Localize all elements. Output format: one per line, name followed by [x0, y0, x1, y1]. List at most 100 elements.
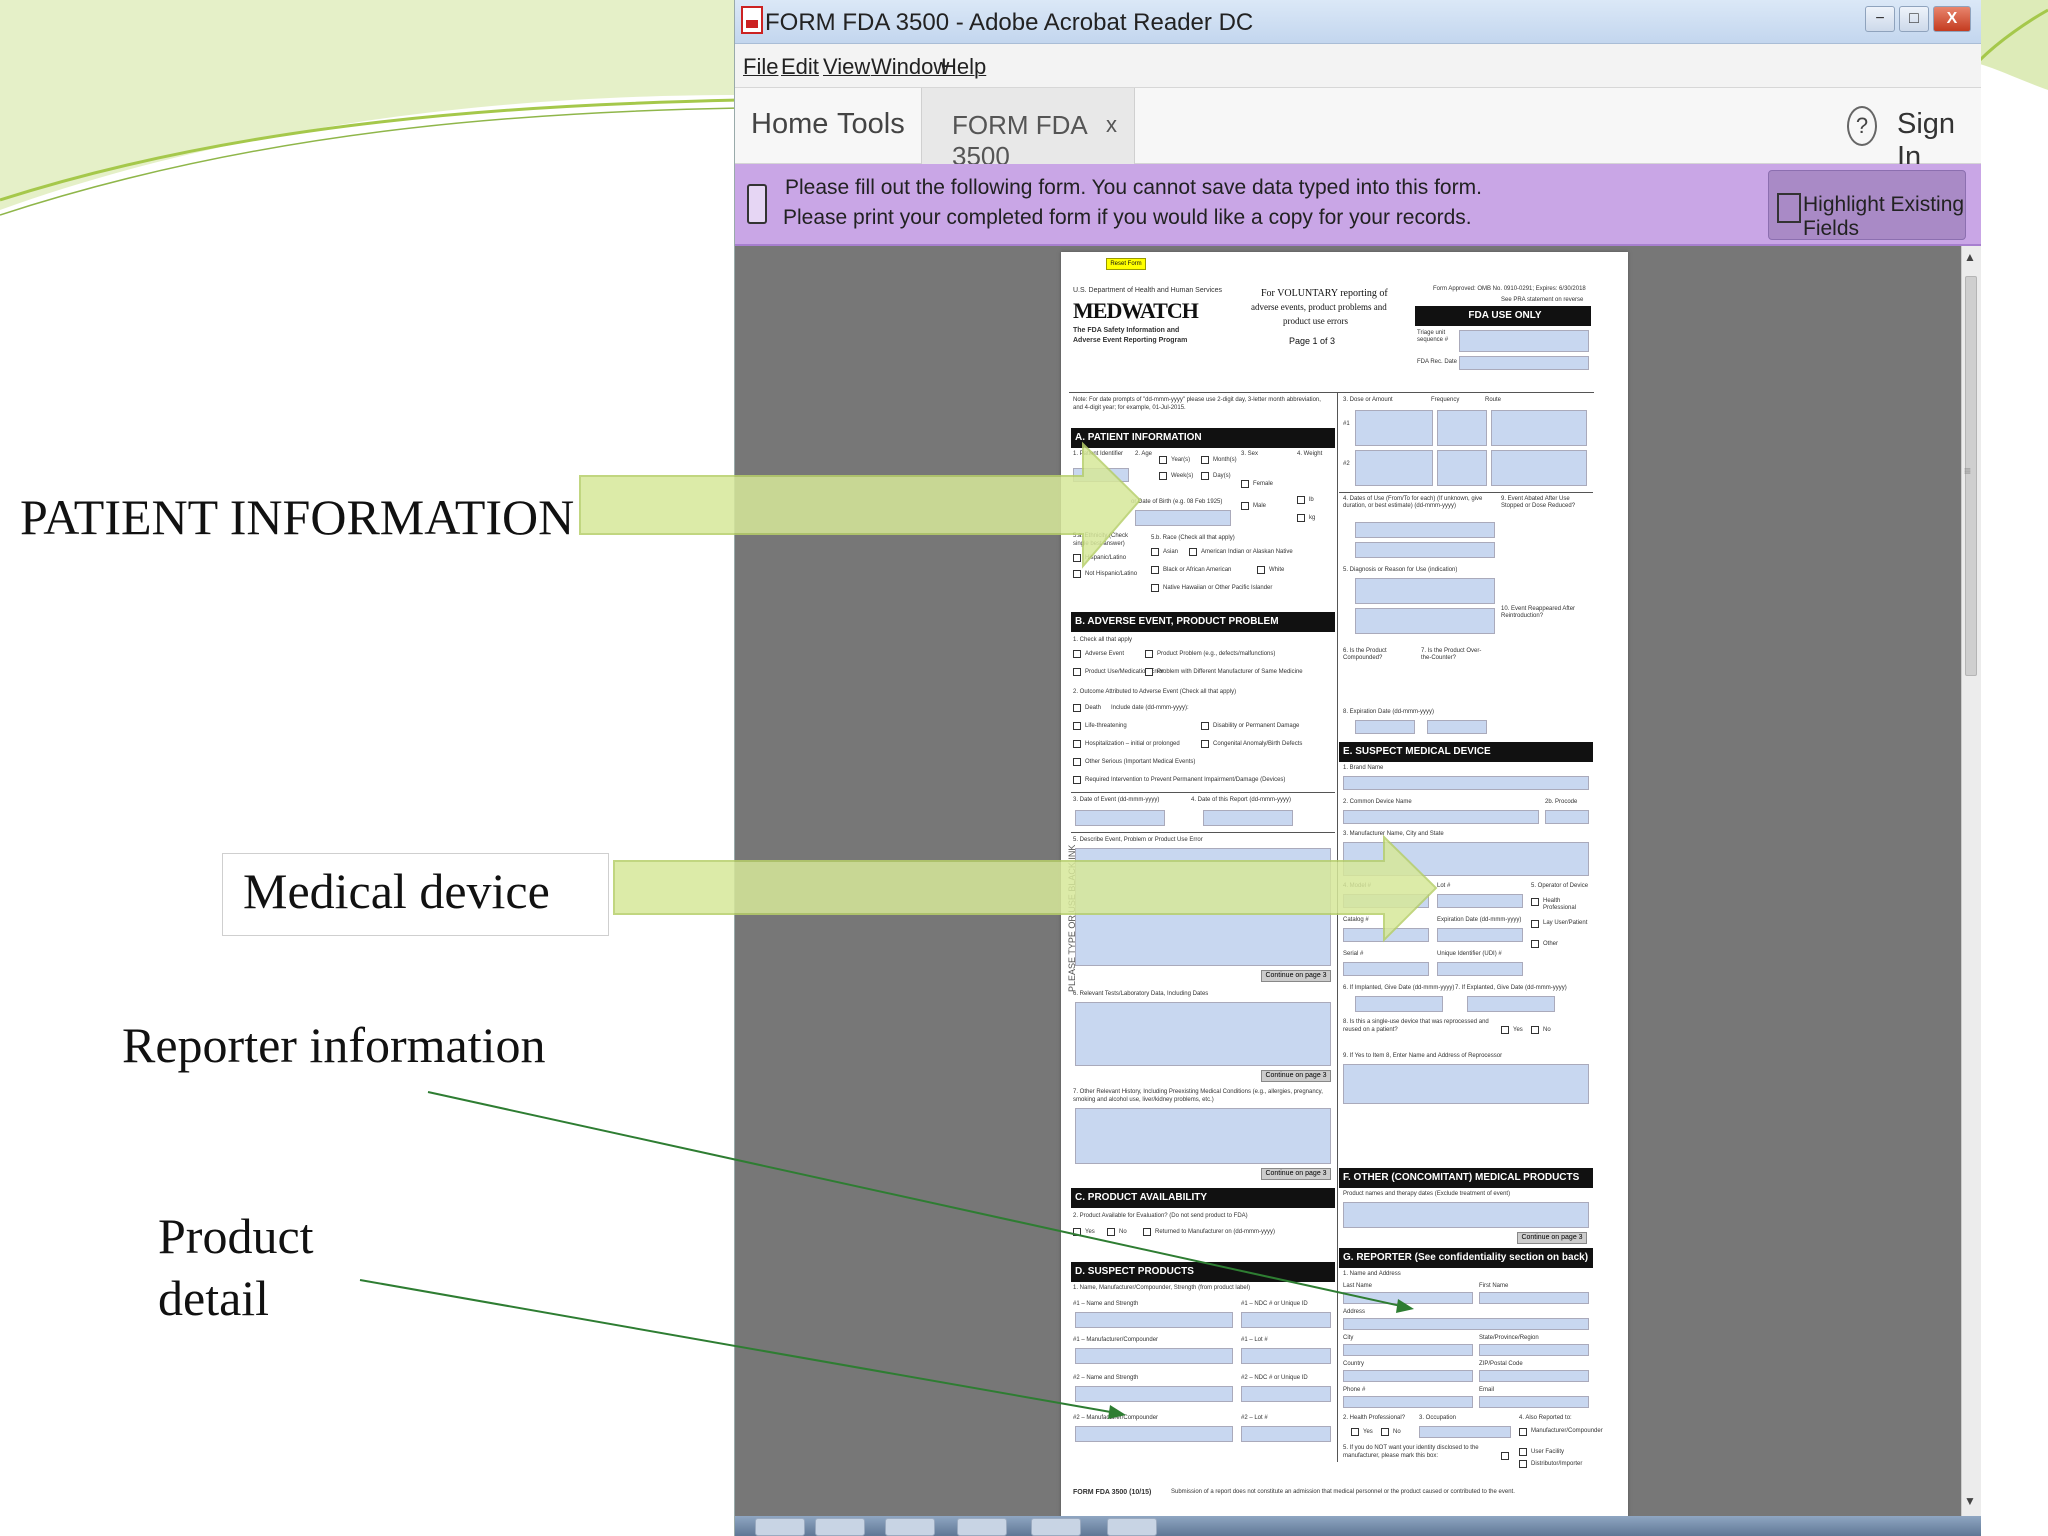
tab-close-icon[interactable]: x [1106, 112, 1117, 138]
age-week-checkbox[interactable] [1159, 472, 1167, 480]
confidential-checkbox[interactable] [1501, 1452, 1509, 1460]
continue-page-3-button-1[interactable]: Continue on page 3 [1261, 970, 1331, 982]
taskbar-button[interactable] [815, 1518, 865, 1536]
required-intervention-checkbox[interactable] [1073, 776, 1081, 784]
product-ndc-1-field[interactable] [1241, 1312, 1331, 1328]
life-threatening-checkbox[interactable] [1073, 722, 1081, 730]
continue-page-3-button-2[interactable]: Continue on page 3 [1261, 1070, 1331, 1082]
availability-yes-checkbox[interactable] [1073, 1228, 1081, 1236]
death-checkbox[interactable] [1073, 704, 1081, 712]
procode-field[interactable] [1545, 810, 1589, 824]
menu-window[interactable]: Window [871, 54, 949, 80]
continue-page-3-button-3[interactable]: Continue on page 3 [1261, 1168, 1331, 1180]
history-field[interactable] [1075, 1108, 1331, 1164]
country-field[interactable] [1343, 1370, 1473, 1382]
model-field[interactable] [1343, 894, 1429, 908]
scroll-up-icon[interactable]: ▲ [1964, 250, 1976, 264]
menu-file[interactable]: File [743, 54, 778, 80]
patient-identifier-field[interactable] [1073, 468, 1129, 482]
menu-edit[interactable]: Edit [781, 54, 819, 80]
taskbar-button[interactable] [755, 1518, 805, 1536]
triage-field[interactable] [1459, 330, 1589, 352]
zip-field[interactable] [1479, 1370, 1589, 1382]
highlight-existing-fields-button[interactable]: Highlight Existing Fields [1768, 170, 1966, 240]
maximize-button[interactable]: □ [1899, 6, 1929, 32]
serial-field[interactable] [1343, 962, 1429, 976]
also-user-facility-checkbox[interactable] [1519, 1448, 1527, 1456]
dose-2-field[interactable] [1355, 450, 1433, 486]
occupation-select[interactable] [1419, 1426, 1511, 1438]
taskbar-button[interactable] [1107, 1518, 1157, 1536]
frequency-2-field[interactable] [1437, 450, 1487, 486]
race-white-checkbox[interactable] [1257, 566, 1265, 574]
frequency-1-field[interactable] [1437, 410, 1487, 446]
help-icon[interactable]: ? [1847, 106, 1877, 146]
weight-kg-checkbox[interactable] [1297, 514, 1305, 522]
product-row-1-field[interactable] [1075, 1312, 1233, 1328]
hospitalization-checkbox[interactable] [1073, 740, 1081, 748]
route-2-field[interactable] [1491, 450, 1587, 486]
health-pro-no-checkbox[interactable] [1381, 1428, 1389, 1436]
weight-lb-checkbox[interactable] [1297, 496, 1305, 504]
taskbar-button[interactable] [885, 1518, 935, 1536]
last-name-field[interactable] [1343, 1292, 1473, 1304]
product-problem-checkbox[interactable] [1145, 650, 1153, 658]
other-serious-checkbox[interactable] [1073, 758, 1081, 766]
diagnosis-2-field[interactable] [1355, 608, 1495, 634]
dates-of-use-2-field[interactable] [1355, 542, 1495, 558]
race-hawaiian-checkbox[interactable] [1151, 584, 1159, 592]
product-row-2-field[interactable] [1075, 1348, 1233, 1364]
product-lot-2-field[interactable] [1241, 1426, 1331, 1442]
use-error-checkbox[interactable] [1073, 668, 1081, 676]
scroll-down-icon[interactable]: ▼ [1964, 1494, 1976, 1508]
diagnosis-1-field[interactable] [1355, 578, 1495, 604]
race-asian-checkbox[interactable] [1151, 548, 1159, 556]
brand-name-field[interactable] [1343, 776, 1589, 790]
device-expiration-field[interactable] [1437, 928, 1523, 942]
operator-other-checkbox[interactable] [1531, 940, 1539, 948]
ethnicity-not-hispanic-checkbox[interactable] [1073, 570, 1081, 578]
operator-health-checkbox[interactable] [1531, 898, 1539, 906]
explanted-field[interactable] [1467, 996, 1555, 1012]
phone-field[interactable] [1343, 1396, 1473, 1408]
date-of-event-field[interactable] [1075, 810, 1165, 826]
udi-field[interactable] [1437, 962, 1523, 976]
relevant-tests-field[interactable] [1075, 1002, 1331, 1066]
fda-rec-date-field[interactable] [1459, 356, 1589, 370]
menu-help[interactable]: Help [941, 54, 986, 80]
concomitant-field[interactable] [1343, 1202, 1589, 1228]
different-manufacturer-checkbox[interactable] [1145, 668, 1153, 676]
product-ndc-2-field[interactable] [1241, 1386, 1331, 1402]
race-black-checkbox[interactable] [1151, 566, 1159, 574]
race-american-indian-checkbox[interactable] [1189, 548, 1197, 556]
menu-view[interactable]: View [823, 54, 870, 80]
route-1-field[interactable] [1491, 410, 1587, 446]
dose-1-field[interactable] [1355, 410, 1433, 446]
reprocessor-field[interactable] [1343, 1064, 1589, 1104]
taskbar-button[interactable] [1031, 1518, 1081, 1536]
product-row-3-field[interactable] [1075, 1386, 1233, 1402]
catalog-field[interactable] [1343, 928, 1429, 942]
reset-form-button[interactable]: Reset Form [1106, 258, 1146, 270]
describe-event-field[interactable] [1075, 848, 1331, 966]
pdf-page[interactable]: Reset Form U.S. Department of Health and… [1061, 252, 1628, 1520]
age-year-checkbox[interactable] [1159, 456, 1167, 464]
address-field[interactable] [1343, 1318, 1589, 1330]
tab-tools[interactable]: Tools [837, 108, 905, 141]
device-lot-field[interactable] [1437, 894, 1523, 908]
vertical-scrollbar[interactable]: ▲ ≡ ▼ [1961, 246, 1981, 1516]
availability-no-checkbox[interactable] [1107, 1228, 1115, 1236]
single-use-yes-checkbox[interactable] [1501, 1026, 1509, 1034]
expiration-2-field[interactable] [1427, 720, 1487, 734]
minimize-button[interactable]: − [1865, 6, 1895, 32]
age-month-checkbox[interactable] [1201, 456, 1209, 464]
disability-checkbox[interactable] [1201, 722, 1209, 730]
tab-document[interactable]: FORM FDA 3500 x [921, 88, 1135, 171]
age-day-checkbox[interactable] [1201, 472, 1209, 480]
health-pro-yes-checkbox[interactable] [1351, 1428, 1359, 1436]
adverse-event-checkbox[interactable] [1073, 650, 1081, 658]
first-name-field[interactable] [1479, 1292, 1589, 1304]
state-field[interactable] [1479, 1344, 1589, 1356]
single-use-no-checkbox[interactable] [1531, 1026, 1539, 1034]
taskbar-button[interactable] [957, 1518, 1007, 1536]
